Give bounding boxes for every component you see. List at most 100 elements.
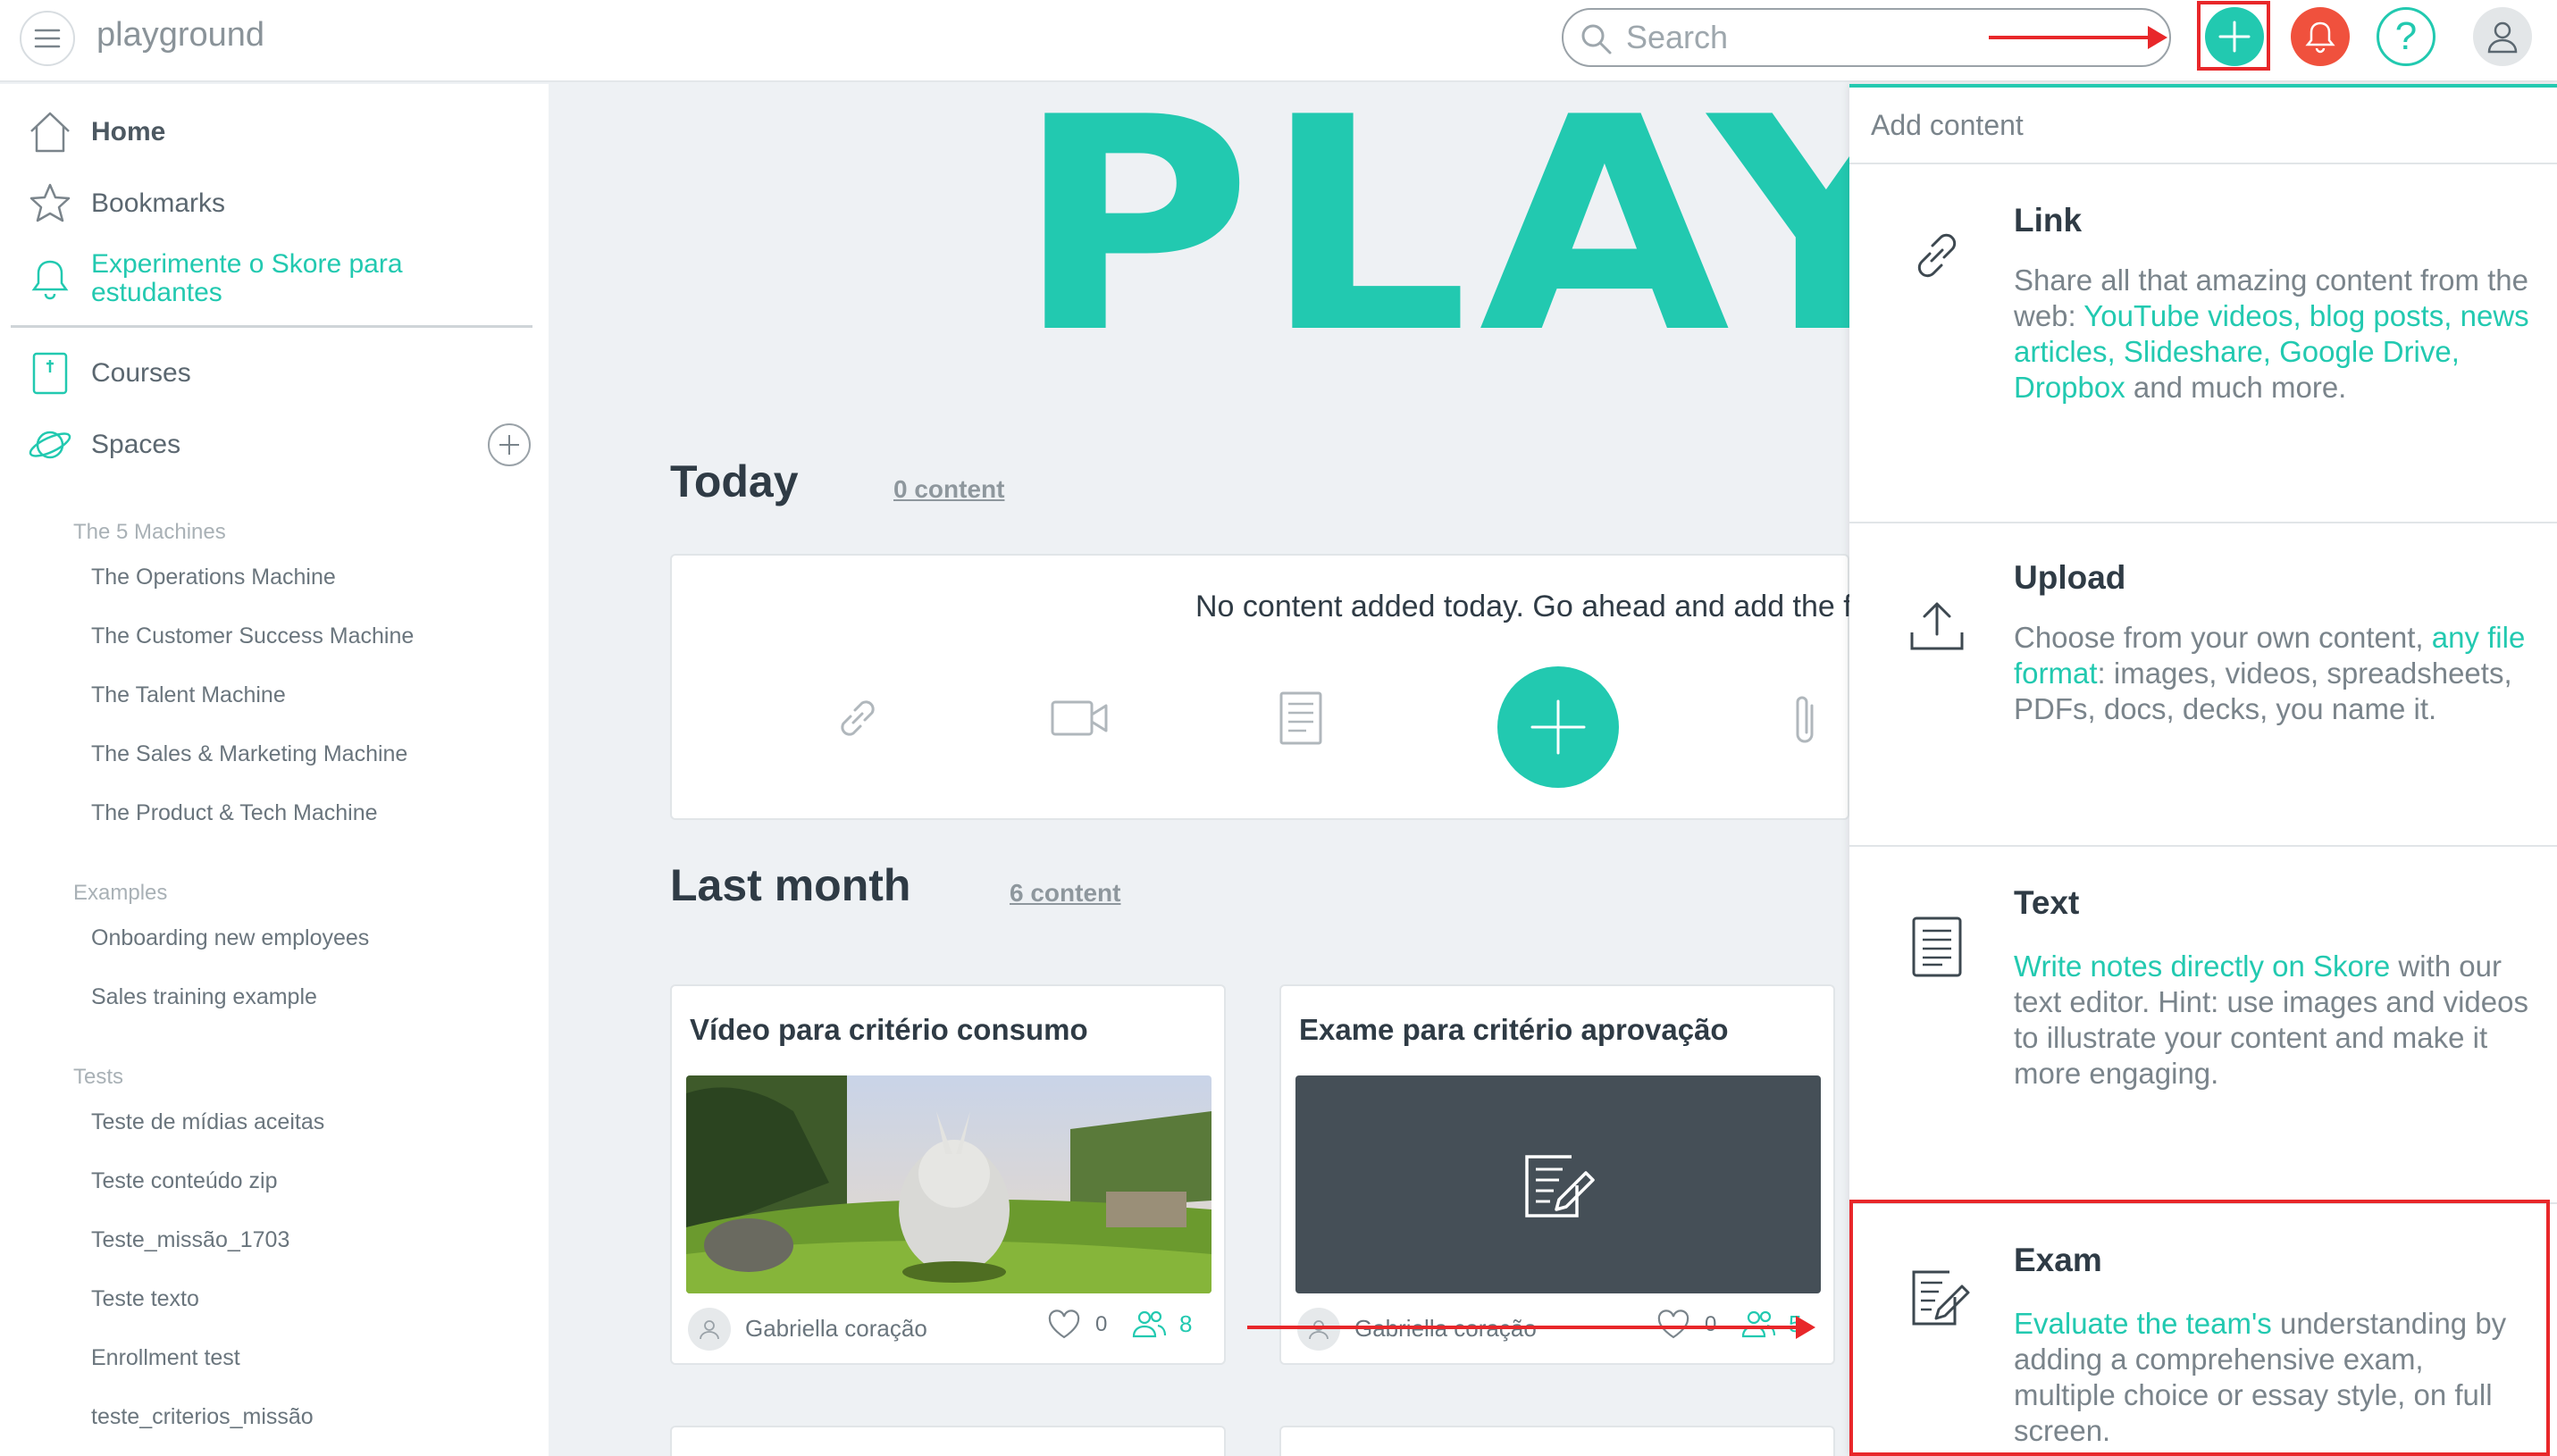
course-icon: [32, 352, 68, 395]
link-icon: [1917, 233, 1957, 278]
like-count: 0: [1095, 1312, 1108, 1336]
upload-option[interactable]: Upload Choose from your own content, any…: [1849, 523, 2557, 847]
video-icon[interactable]: [1049, 690, 1111, 747]
content-card[interactable]: Exame para critério aprovação Gabriella …: [1279, 984, 1835, 1365]
sidebar-item-bookmarks[interactable]: Bookmarks: [27, 180, 225, 227]
panel-header: Add content: [1849, 88, 2557, 164]
option-title: Upload: [2014, 559, 2126, 596]
plus-icon: [1530, 699, 1586, 755]
planet-icon: [29, 431, 71, 459]
space-item[interactable]: Teste conteúdo zip: [91, 1168, 277, 1194]
section-title-last-month: Last month: [670, 860, 911, 910]
plus-icon: [499, 435, 519, 455]
hamburger-menu-button[interactable]: [20, 11, 75, 66]
option-title: Text: [2014, 884, 2080, 921]
text-document-icon[interactable]: [1276, 690, 1326, 747]
space-item[interactable]: The Customer Success Machine: [91, 623, 414, 649]
option-title: Link: [2014, 202, 2083, 238]
upload-icon: [1910, 602, 1964, 650]
option-description: Share all that amazing content from the …: [2014, 264, 2529, 404]
panel-title: Add content: [1871, 109, 2024, 141]
top-bar: playground Search ?: [0, 0, 2557, 82]
avatar[interactable]: [688, 1308, 731, 1351]
space-item[interactable]: The Sales & Marketing Machine: [91, 741, 407, 767]
sidebar-item-spaces[interactable]: Spaces: [27, 422, 180, 468]
content-card[interactable]: Vídeo para critério consumo Gabriella co…: [670, 984, 1226, 1365]
team-icon: [1741, 1310, 1776, 1338]
sidebar-item-courses[interactable]: Courses: [27, 350, 191, 397]
space-group-title: Tests: [73, 1065, 124, 1089]
sidebar-item-label: Experimente o Skore para estudantes: [91, 249, 403, 307]
sidebar-item-label: Spaces: [91, 430, 181, 459]
like-count: 0: [1705, 1312, 1717, 1336]
annotation-highlight-add: [2197, 1, 2270, 71]
sidebar-item-experimente[interactable]: Experimente o Skore para estudantes: [27, 250, 431, 307]
search-placeholder: Search: [1626, 19, 1729, 55]
home-icon: [30, 112, 70, 153]
user-icon: [1309, 1320, 1329, 1340]
bell-icon: [31, 260, 69, 300]
space-item[interactable]: Teste de mídias aceitas: [91, 1109, 324, 1135]
sidebar-item-home[interactable]: Home: [27, 109, 165, 155]
video-thumbnail[interactable]: [686, 1075, 1211, 1293]
user-icon: [700, 1320, 719, 1340]
content-card[interactable]: [670, 1426, 1226, 1456]
space-item[interactable]: The Operations Machine: [91, 565, 336, 590]
banner-text: PLAYGROUND: [1015, 84, 1849, 352]
sidebar-item-label: Bookmarks: [91, 188, 226, 218]
add-link-option[interactable]: Link Share all that amazing content from…: [1849, 164, 2557, 523]
heart-icon: [1048, 1310, 1080, 1339]
space-item[interactable]: The Talent Machine: [91, 682, 286, 708]
text-option[interactable]: Text Write notes directly on Skore with …: [1849, 847, 2557, 1204]
sidebar-item-label: Home: [91, 117, 166, 146]
user-menu-button[interactable]: [2473, 7, 2532, 66]
space-item[interactable]: teste_criterios_missão: [91, 1404, 314, 1430]
heart-icon: [1657, 1310, 1689, 1339]
today-content-count[interactable]: 0 content: [893, 475, 1004, 504]
today-empty-message: No content added today. Go ahead and add…: [1195, 590, 1960, 623]
link-icon[interactable]: [829, 690, 886, 747]
section-title-today: Today: [670, 456, 799, 506]
user-icon: [2487, 21, 2518, 54]
sidebar-item-label: Courses: [91, 358, 191, 388]
annotation-arrow-to-exam: [1247, 1316, 1815, 1339]
last-month-content-count[interactable]: 6 content: [1010, 879, 1120, 908]
app-title: playground: [96, 16, 265, 54]
space-item[interactable]: Teste_missão_1703: [91, 1227, 289, 1253]
annotation-arrow-to-add: [1989, 26, 2167, 49]
today-empty-card: No content added today. Go ahead and add…: [670, 554, 1960, 820]
space-item[interactable]: The Product & Tech Machine: [91, 800, 378, 826]
card-author: Gabriella coração: [745, 1315, 927, 1342]
space-banner: PLAYGROUND: [550, 84, 1849, 352]
attachment-icon[interactable]: [1787, 690, 1823, 752]
team-icon: [1132, 1310, 1167, 1338]
sidebar-divider: [11, 325, 532, 328]
space-item[interactable]: Onboarding new employees: [91, 925, 369, 951]
help-button[interactable]: ?: [2377, 7, 2435, 66]
search-icon: [1581, 24, 1612, 54]
question-icon: ?: [2394, 14, 2418, 58]
space-group-title: Examples: [73, 881, 168, 905]
team-count: 8: [1179, 1310, 1193, 1337]
notifications-button[interactable]: [2291, 7, 2350, 66]
video-thumbnail-image: [686, 1075, 1211, 1293]
team-button[interactable]: 5: [1740, 1310, 1801, 1338]
exam-thumbnail[interactable]: [1295, 1075, 1821, 1293]
like-button[interactable]: 0: [1047, 1310, 1107, 1340]
add-space-button[interactable]: [488, 423, 531, 466]
bell-icon: [2305, 21, 2335, 54]
card-title: Exame para critério aprovação: [1299, 1013, 1729, 1046]
space-group-title: The 5 Machines: [73, 520, 226, 544]
content-card[interactable]: [1279, 1426, 1835, 1456]
add-first-content-button[interactable]: [1497, 666, 1619, 788]
space-item[interactable]: Enrollment test: [91, 1345, 240, 1371]
space-item[interactable]: Sales training example: [91, 984, 317, 1010]
team-button[interactable]: 8: [1131, 1310, 1192, 1338]
sidebar: Home Bookmarks Experimente o Skore para …: [0, 84, 549, 1456]
card-title: Vídeo para critério consumo: [690, 1013, 1088, 1046]
avatar[interactable]: [1297, 1308, 1340, 1351]
space-item[interactable]: Teste texto: [91, 1286, 199, 1312]
hamburger-icon: [34, 29, 61, 48]
star-icon: [29, 183, 71, 222]
like-button[interactable]: 0: [1656, 1310, 1716, 1340]
